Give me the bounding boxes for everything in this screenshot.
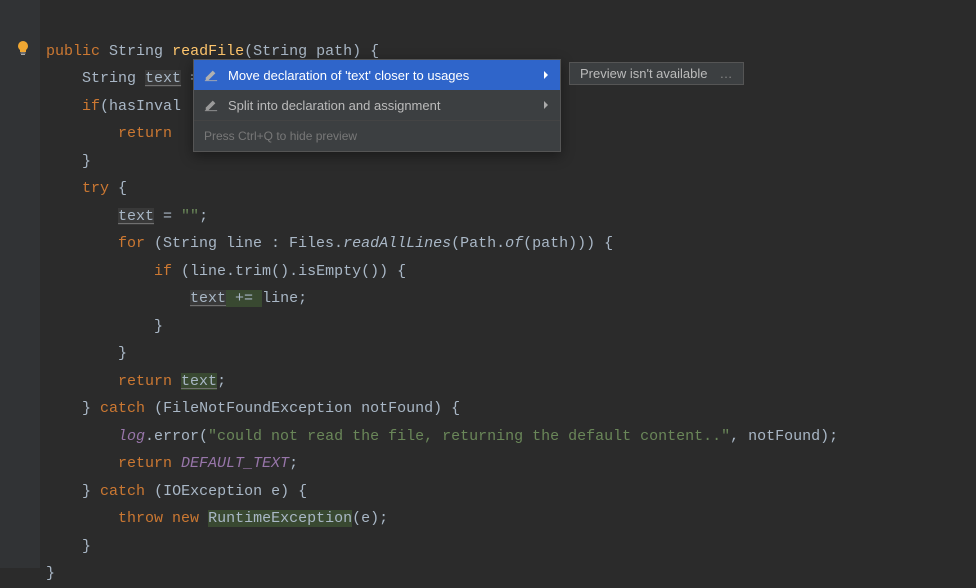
chevron-right-icon [538, 68, 550, 83]
code-line: text = ""; [46, 208, 208, 225]
code-line: text += line; [46, 290, 307, 307]
code-line: if(hasInval [46, 98, 181, 115]
code-line: public String readFile(String path) { [46, 43, 379, 60]
code-line: try { [46, 180, 127, 197]
intention-item-split-declaration[interactable]: Split into declaration and assignment [194, 90, 560, 120]
preview-more-icon[interactable]: … [720, 66, 733, 81]
preview-unavailable-label: Preview isn't available [580, 66, 708, 81]
intention-bulb-icon[interactable] [15, 40, 31, 56]
code-line: } [46, 538, 91, 555]
code-line: return [46, 125, 172, 142]
intention-edit-icon [204, 68, 222, 82]
intention-item-label: Split into declaration and assignment [222, 98, 538, 113]
editor-gutter [0, 0, 40, 568]
intention-item-move-declaration[interactable]: Move declaration of 'text' closer to usa… [194, 60, 560, 90]
popup-hint-footer: Press Ctrl+Q to hide preview [194, 120, 560, 151]
code-line: log.error("could not read the file, retu… [46, 428, 838, 445]
code-line: } [46, 153, 91, 170]
code-line: } [46, 318, 163, 335]
code-line: for (String line : Files.readAllLines(Pa… [46, 235, 613, 252]
intention-actions-popup: Move declaration of 'text' closer to usa… [193, 59, 561, 152]
code-line: throw new RuntimeException(e); [46, 510, 388, 527]
code-line: } [46, 345, 127, 362]
intention-item-label: Move declaration of 'text' closer to usa… [222, 68, 538, 83]
chevron-right-icon [538, 98, 550, 113]
code-line: return text; [46, 373, 226, 390]
code-line: } catch (IOException e) { [46, 483, 307, 500]
intention-edit-icon [204, 98, 222, 112]
code-line: } catch (FileNotFoundException notFound)… [46, 400, 460, 417]
intention-preview-panel: Preview isn't available … [569, 62, 744, 85]
code-line: if (line.trim().isEmpty()) { [46, 263, 406, 280]
code-line: return DEFAULT_TEXT; [46, 455, 298, 472]
